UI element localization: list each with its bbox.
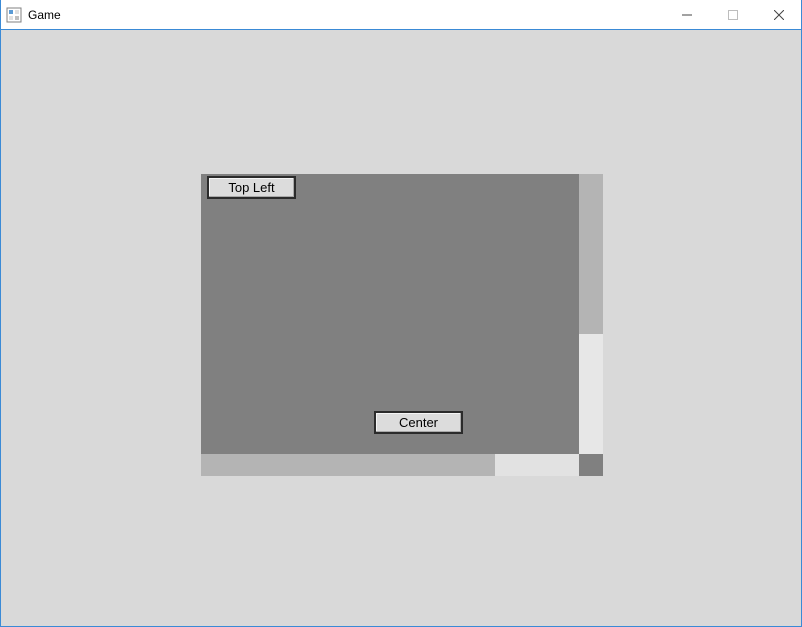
window-title: Game xyxy=(28,8,61,22)
game-block-bottom-mid xyxy=(495,454,579,476)
maximize-button xyxy=(710,0,756,29)
center-button-label: Center xyxy=(399,415,438,430)
top-left-button[interactable]: Top Left xyxy=(207,176,296,199)
minimize-button[interactable] xyxy=(664,0,710,29)
game-block-bottom-left xyxy=(201,454,495,476)
game-block-right-strip xyxy=(579,174,603,334)
window-controls xyxy=(664,0,802,29)
titlebar-left: Game xyxy=(6,7,61,23)
game-block-right-light xyxy=(579,334,603,454)
game-block-bottom-right xyxy=(579,454,603,476)
titlebar: Game xyxy=(0,0,802,30)
app-icon xyxy=(6,7,22,23)
close-button[interactable] xyxy=(756,0,802,29)
center-button[interactable]: Center xyxy=(374,411,463,434)
client-area: Top Left Center xyxy=(1,30,801,626)
top-left-button-label: Top Left xyxy=(228,180,274,195)
